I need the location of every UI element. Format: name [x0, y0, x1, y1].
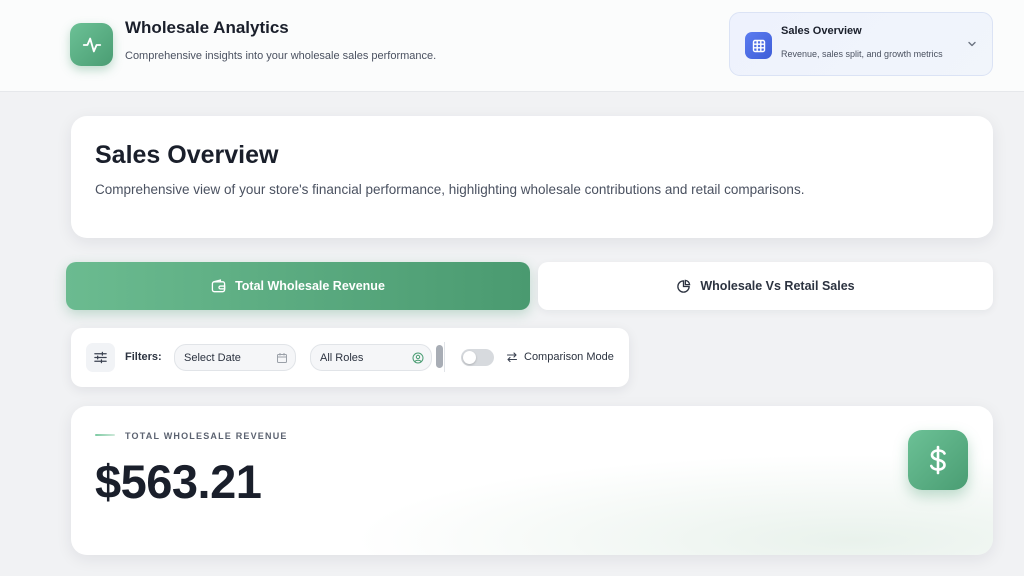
user-circle-icon: [412, 352, 424, 364]
scrollbar-thumb[interactable]: [436, 345, 443, 368]
comparison-mode-label: Comparison Mode: [524, 351, 614, 363]
overview-card: Sales Overview Comprehensive view of you…: [71, 116, 993, 238]
grid-icon: [745, 32, 772, 59]
date-picker[interactable]: Select Date: [174, 344, 296, 371]
activity-icon: [70, 23, 113, 66]
revenue-label: TOTAL WHOLESALE REVENUE: [125, 431, 288, 441]
revenue-card: TOTAL WHOLESALE REVENUE $563.21: [71, 406, 993, 555]
accent-line: [95, 434, 115, 436]
tab-wholesale-vs-retail[interactable]: Wholesale Vs Retail Sales: [538, 262, 993, 310]
revenue-value: $563.21: [95, 455, 262, 508]
role-select-value: All Roles: [320, 352, 364, 364]
app-subtitle: Comprehensive insights into your wholesa…: [125, 50, 437, 62]
tab-total-wholesale-revenue[interactable]: Total Wholesale Revenue: [66, 262, 530, 310]
section-selector-title: Sales Overview: [781, 25, 862, 37]
toggle-knob: [463, 351, 476, 364]
page-title: Sales Overview: [95, 141, 279, 169]
page-description: Comprehensive view of your store's finan…: [95, 182, 805, 197]
calendar-icon: [277, 353, 287, 363]
role-select[interactable]: All Roles: [310, 344, 432, 371]
sliders-icon[interactable]: [86, 343, 115, 372]
filters-label: Filters:: [125, 351, 162, 363]
app-title: Wholesale Analytics: [125, 18, 289, 37]
chevron-down-icon: [968, 41, 976, 47]
dollar-icon: [908, 430, 968, 490]
section-selector-subtitle: Revenue, sales split, and growth metrics: [781, 49, 943, 59]
wallet-icon: [211, 278, 226, 292]
tab-label: Total Wholesale Revenue: [235, 279, 385, 293]
section-selector[interactable]: Sales Overview Revenue, sales split, and…: [729, 12, 993, 76]
tab-label: Wholesale Vs Retail Sales: [700, 279, 855, 293]
divider: [444, 342, 445, 372]
date-picker-placeholder: Select Date: [184, 352, 241, 364]
app-header: Wholesale Analytics Comprehensive insigh…: [0, 0, 1024, 92]
comparison-mode-toggle[interactable]: [461, 349, 494, 366]
pie-chart-icon: [677, 279, 691, 293]
filters-bar: Filters: Select Date All Roles Compariso…: [71, 328, 629, 387]
arrows-swap-icon: [506, 352, 518, 363]
